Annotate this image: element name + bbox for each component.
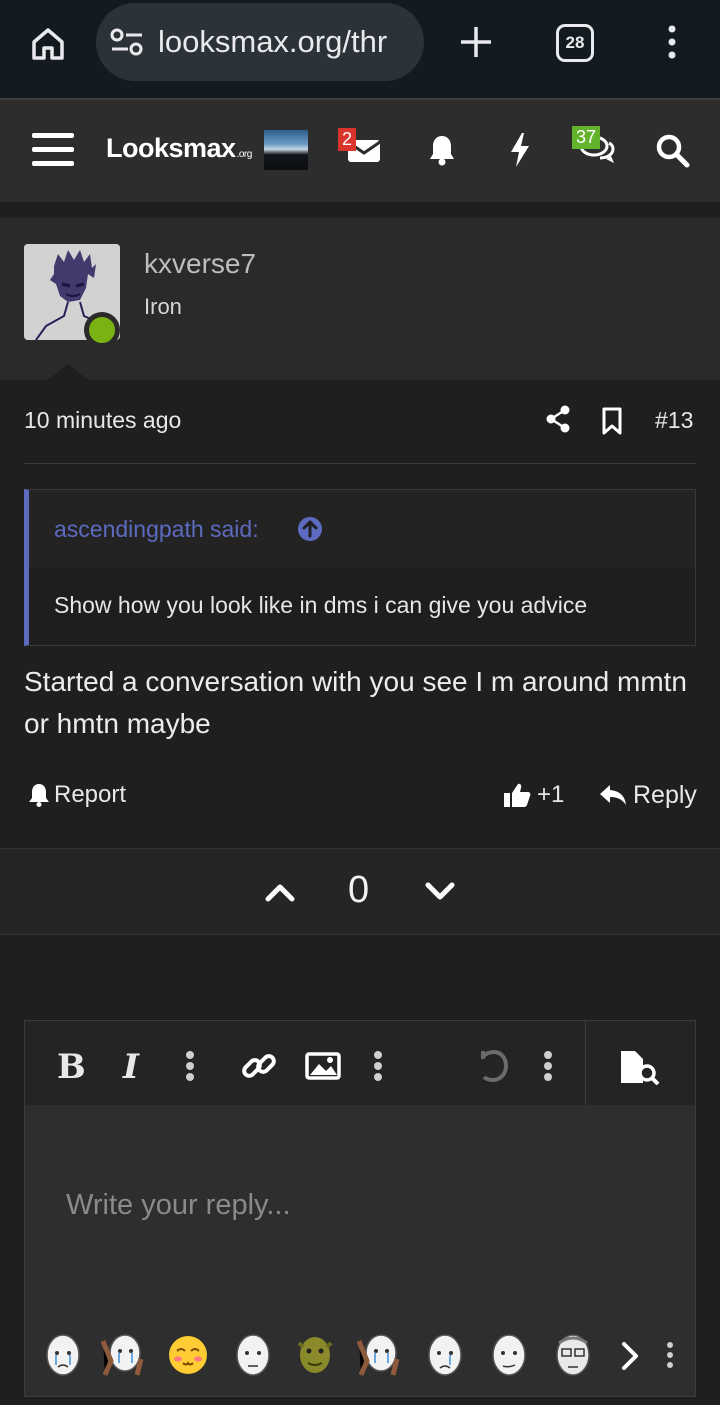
bold-button[interactable]: B <box>57 1047 86 1087</box>
more-smilies-icon[interactable] <box>666 1341 674 1369</box>
user-title: Iron <box>144 294 182 319</box>
post-user-block: kxverse7 Iron <box>0 218 720 380</box>
browser-toolbar: looksmax.org/thr 28 <box>0 0 720 98</box>
crying-wojak-smiley-icon[interactable] <box>43 1331 83 1377</box>
reply-input[interactable] <box>25 1105 695 1305</box>
search-icon[interactable] <box>656 134 690 168</box>
reply-arrow-icon <box>600 785 626 805</box>
home-icon[interactable] <box>28 24 68 64</box>
crying-wojak-hands-smiley-icon-2[interactable] <box>357 1331 401 1377</box>
menu-icon[interactable] <box>32 131 74 169</box>
post-body: Started a conversation with you see I m … <box>24 666 687 739</box>
vote-bar: 0 <box>0 848 720 935</box>
online-status-dot <box>84 312 120 348</box>
thumbs-up-icon <box>504 783 531 807</box>
url-text[interactable]: looksmax.org/thr <box>158 24 387 60</box>
reply-button[interactable]: Reply <box>599 780 697 810</box>
more-options-icon[interactable] <box>541 1049 555 1083</box>
reply-label: Reply <box>633 780 697 809</box>
message-arrow <box>46 364 90 381</box>
address-bar[interactable]: looksmax.org/thr <box>96 3 424 81</box>
crying-wojak-hands-smiley-icon[interactable] <box>101 1331 145 1377</box>
site-settings-icon[interactable] <box>110 27 144 57</box>
bell-icon <box>29 784 49 807</box>
lightning-icon[interactable] <box>508 132 532 168</box>
wojak-smiley-icon[interactable] <box>233 1331 273 1377</box>
account-avatar[interactable] <box>264 130 308 170</box>
like-button[interactable]: +1 <box>503 780 564 810</box>
inbox-badge: 2 <box>338 128 357 151</box>
site-logo[interactable]: Looksmax.org <box>106 133 252 164</box>
post-number[interactable]: #13 <box>655 407 693 434</box>
username[interactable]: kxverse7 <box>144 248 256 280</box>
site-header: Looksmax.org 2 37 <box>0 98 720 202</box>
report-label: Report <box>54 781 127 808</box>
wojak-neutral-smiley-icon[interactable] <box>489 1331 529 1377</box>
divider <box>24 463 696 464</box>
logo-suffix: .org <box>236 149 253 160</box>
arrow-up-circle-icon[interactable] <box>297 516 323 542</box>
bell-icon[interactable] <box>428 134 456 166</box>
blushing-smiley-icon[interactable] <box>167 1331 209 1377</box>
chevron-right-icon[interactable] <box>619 1341 641 1371</box>
sad-wojak-smiley-icon[interactable] <box>425 1331 465 1377</box>
like-count: +1 <box>537 781 565 808</box>
undo-icon[interactable] <box>477 1049 509 1083</box>
more-vert-icon[interactable] <box>660 22 684 62</box>
quote-block: ascendingpath said: Show how you look li… <box>24 489 696 646</box>
post-time[interactable]: 10 minutes ago <box>24 407 181 434</box>
shrek-smiley-icon[interactable] <box>295 1331 335 1377</box>
smilie-bar <box>25 1321 695 1391</box>
tab-switcher-button[interactable]: 28 <box>556 24 594 62</box>
more-insert-options-icon[interactable] <box>371 1049 385 1083</box>
link-icon[interactable] <box>241 1049 277 1083</box>
conversations-badge: 37 <box>572 126 601 149</box>
logo-text: Looksmax <box>106 133 236 163</box>
quote-text: Show how you look like in dms i can give… <box>54 592 588 618</box>
vote-count: 0 <box>348 869 370 911</box>
image-icon[interactable] <box>305 1049 341 1083</box>
reply-editor: B I <box>24 1020 696 1397</box>
editor-toolbar: B I <box>25 1021 695 1105</box>
glasses-wojak-smiley-icon[interactable] <box>553 1331 593 1377</box>
toolbar-divider <box>585 1021 586 1105</box>
bookmark-icon[interactable] <box>601 407 623 435</box>
report-button[interactable]: Report <box>28 780 126 810</box>
new-tab-icon[interactable] <box>456 22 496 62</box>
quote-author[interactable]: ascendingpath said: <box>54 516 259 543</box>
more-text-options-icon[interactable] <box>183 1049 197 1083</box>
chevron-up-icon[interactable] <box>264 877 296 907</box>
quote-header: ascendingpath said: <box>29 490 695 568</box>
share-icon[interactable] <box>545 405 571 433</box>
chevron-down-icon[interactable] <box>424 877 456 907</box>
italic-button[interactable]: I <box>123 1047 139 1087</box>
preview-icon[interactable] <box>619 1049 661 1085</box>
